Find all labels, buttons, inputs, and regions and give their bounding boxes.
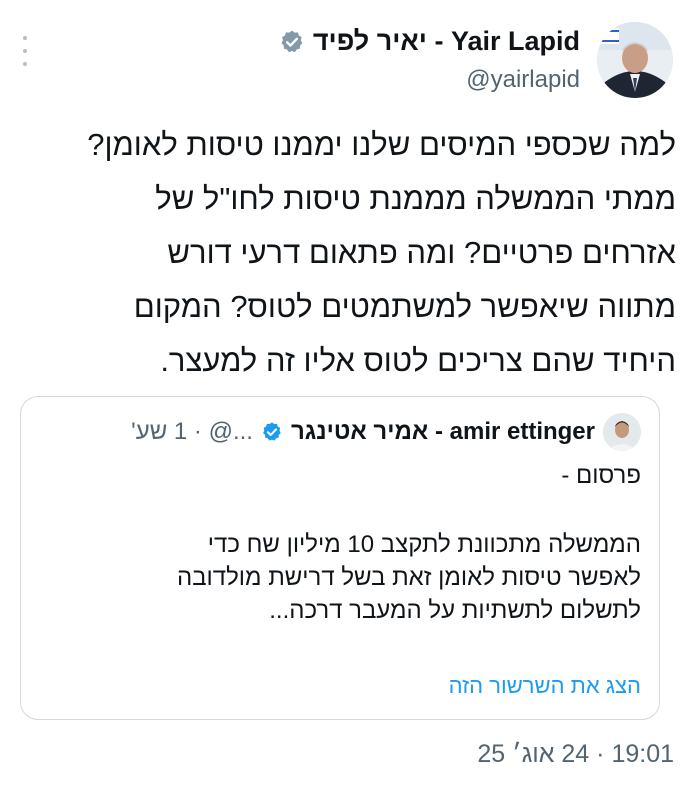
quoted-line: הממשלה מתכוונת לתקצב 10 מיליון שח כדי — [207, 531, 641, 558]
quoted-tweet-card[interactable]: amir ettinger - אמיר אטינגר ...@ · 1 שע'… — [20, 396, 660, 720]
verified-gray-icon — [279, 29, 305, 55]
author-name[interactable]: Yair Lapid - יאיר לפיד — [313, 26, 580, 57]
author-name-row[interactable]: Yair Lapid - יאיר לפיד — [279, 26, 580, 57]
quoted-text: פרסום - הממשלה מתכוונת לתקצב 10 מיליון ש… — [41, 459, 641, 627]
tweet-header: Yair Lapid - יאיר לפיד @yairlapid — [0, 18, 700, 108]
show-thread-link[interactable]: הצג את השרשור הזה — [449, 673, 641, 699]
tweet-line: היחיד שהם צריכים לטוס אליו זה למעצר. — [160, 343, 676, 378]
quoted-spacer — [41, 492, 641, 528]
quoted-author-avatar[interactable] — [603, 413, 641, 451]
tweet-line: ממתי הממשלה מממנת טיסות לחו"ל של — [155, 181, 676, 216]
quoted-line: לתשלום לתשתיות על המעבר דרכה... — [269, 597, 641, 624]
verified-blue-icon — [261, 421, 283, 443]
author-avatar[interactable] — [597, 22, 673, 98]
quoted-line: פרסום - — [561, 462, 641, 489]
tweet-line: אזרחים פרטיים? ומה פתאום דרעי דורש — [167, 235, 676, 270]
more-icon[interactable] — [20, 36, 30, 66]
tweet-text: למה שכספי המיסים שלנו יממנו טיסות לאומן?… — [16, 118, 676, 388]
quoted-meta: ...@ · 1 שע' — [131, 418, 253, 445]
quoted-author-name[interactable]: amir ettinger - אמיר אטינגר — [291, 418, 595, 446]
author-handle[interactable]: @yairlapid — [466, 66, 580, 94]
tweet-line: למה שכספי המיסים שלנו יממנו טיסות לאומן? — [87, 127, 676, 162]
tweet-timestamp[interactable]: 19:01 · 24 אוג׳ 25 — [477, 740, 674, 769]
quoted-line: לאפשר טיסות לאומן זאת בשל דרישת מולדובה — [176, 564, 641, 591]
quoted-header: amir ettinger - אמיר אטינגר ...@ · 1 שע' — [131, 413, 641, 451]
tweet-line: מתווה שיאפשר למשתמטים לטוס? המקום — [133, 289, 676, 324]
